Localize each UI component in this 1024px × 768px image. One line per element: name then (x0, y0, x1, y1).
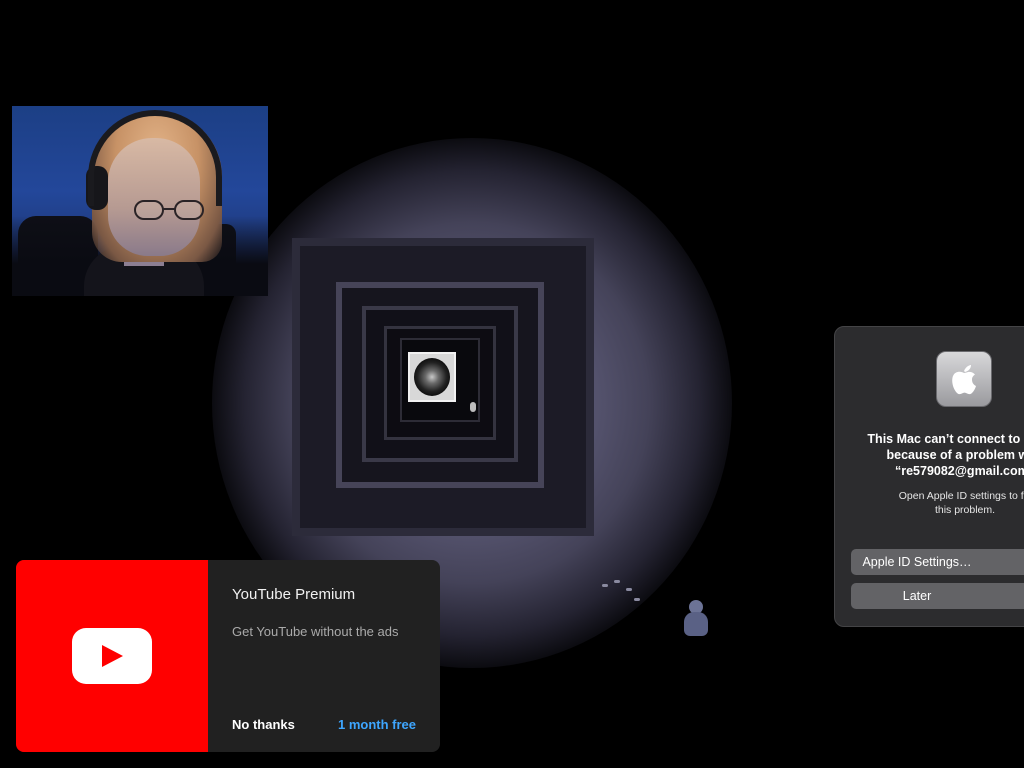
debris-dot (614, 580, 620, 583)
apple-logo-icon (936, 351, 992, 407)
headset (88, 110, 222, 206)
youtube-brand-panel (16, 560, 208, 752)
glasses-lens (174, 200, 204, 220)
youtube-card-body: YouTube Premium Get YouTube without the … (208, 560, 440, 752)
player-figure (680, 598, 712, 640)
alert-message-line: Open Apple ID settings to fix (898, 490, 1024, 502)
debris-dot (602, 584, 608, 587)
alert-message-line: this problem. (934, 504, 996, 516)
youtube-premium-card: YouTube Premium Get YouTube without the … (16, 560, 440, 752)
card-title: YouTube Premium (232, 586, 356, 603)
alert-message: Open Apple ID settings to fix this probl… (845, 489, 1024, 517)
alert-title-line: “re579082@gmail.com” (894, 464, 1024, 478)
no-thanks-button[interactable]: No thanks (232, 717, 295, 732)
apple-glyph-icon (952, 365, 976, 395)
floor-debris (600, 578, 660, 618)
glasses-lens (134, 200, 164, 220)
screen: YouTube Premium Get YouTube without the … (0, 0, 1024, 768)
later-button[interactable]: Later (851, 583, 1024, 609)
icloud-alert-dialog: This Mac can’t connect to iCloud because… (834, 326, 1024, 627)
figure-body (684, 612, 708, 636)
play-triangle-icon (102, 645, 123, 667)
card-subtitle: Get YouTube without the ads (232, 624, 399, 639)
youtube-play-icon (72, 628, 152, 684)
debris-dot (634, 598, 640, 601)
alert-title-line: This Mac can’t connect to iCloud (867, 432, 1024, 446)
debris-dot (626, 588, 632, 591)
fan-disc (414, 358, 450, 396)
corridor-end-object (408, 352, 456, 402)
alert-title-line: because of a problem with (886, 448, 1024, 462)
alert-title: This Mac can’t connect to iCloud because… (845, 431, 1024, 479)
corridor-light (470, 402, 476, 412)
webcam-overlay (12, 106, 268, 296)
apple-id-settings-button[interactable]: Apple ID Settings… (851, 549, 1024, 575)
glasses (134, 200, 212, 222)
free-trial-button[interactable]: 1 month free (338, 717, 416, 732)
